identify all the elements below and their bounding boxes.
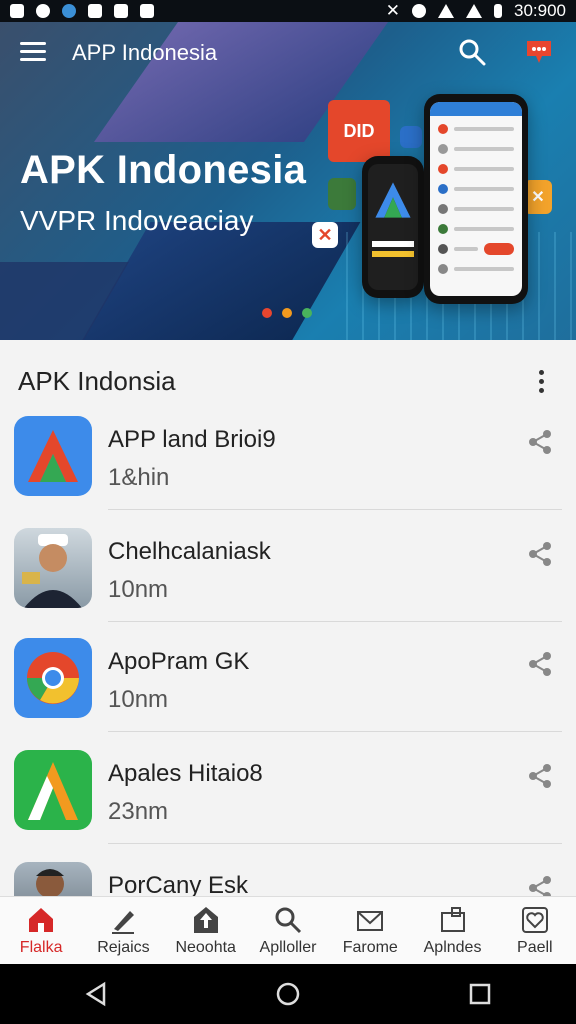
hero-subtitle: VVPR Indoveaciay <box>20 205 254 236</box>
app-list-section: APK Indonsia APP land Brioi9 1&hin Chelh… <box>0 340 576 896</box>
close-tile-icon: ✕ <box>312 222 338 248</box>
wifi-icon <box>438 4 454 18</box>
app-notification-icon <box>62 4 76 18</box>
app-name: ApoPram GK <box>108 648 250 675</box>
search-icon[interactable] <box>458 38 486 66</box>
carousel-dot[interactable] <box>262 308 272 318</box>
app-name: Apales Hitaio8 <box>108 760 263 787</box>
apps-icon <box>440 907 465 932</box>
divider <box>108 843 562 844</box>
recents-icon[interactable] <box>468 982 492 1006</box>
section-title: APK Indonsia <box>18 366 176 396</box>
hamburger-menu-icon[interactable] <box>20 42 46 62</box>
image-notification-icon <box>88 4 102 18</box>
app-bar: APP Indonesia <box>0 22 576 86</box>
status-icons-left <box>10 4 154 18</box>
android-studio-icon <box>14 416 92 496</box>
app-size: 23nm <box>108 798 169 825</box>
nav-item-mail[interactable]: Farome <box>329 897 411 965</box>
share-icon[interactable] <box>526 874 554 896</box>
list-item[interactable]: APP land Brioi9 1&hin <box>0 416 576 528</box>
list-item[interactable]: Apales Hitaio8 23nm <box>0 750 576 862</box>
signal-icon <box>466 4 482 18</box>
chrome-icon <box>14 638 92 718</box>
person-photo-icon <box>14 862 92 896</box>
nav-label: Rejaics <box>97 939 150 956</box>
divider <box>108 731 562 732</box>
notification-icon <box>10 4 24 18</box>
nav-item-home[interactable]: Flalka <box>0 897 82 965</box>
phone-mockup-front <box>424 94 528 304</box>
share-icon[interactable] <box>526 762 554 790</box>
nav-item-upload[interactable]: Neoohta <box>165 897 247 965</box>
nav-label: Aplndes <box>423 939 482 956</box>
app-size: 10nm <box>108 576 169 603</box>
letter-a-icon <box>14 750 92 830</box>
hero-banner[interactable]: APP Indonesia APK Indonesia VVPR Indovea… <box>0 22 576 340</box>
mute-icon: ✕ <box>385 1 400 20</box>
app-name: APP land Brioi9 <box>108 426 276 453</box>
nav-label: Paell <box>517 939 553 956</box>
carousel-indicator[interactable] <box>262 308 312 318</box>
upload-home-icon <box>193 907 218 933</box>
search-icon <box>275 907 302 934</box>
list-item[interactable]: ApoPram GK 10nm <box>0 638 576 750</box>
nav-label: Farome <box>342 939 398 956</box>
status-bar: ✕ 30:900 <box>0 0 576 22</box>
nav-label: Flalka <box>19 939 63 956</box>
app-tile-icon <box>400 126 422 148</box>
app-size: 10nm <box>108 686 169 713</box>
nav-item-search[interactable]: Aplloller <box>247 897 329 965</box>
pen-icon <box>112 911 135 934</box>
nav-label: Aplloller <box>259 939 317 956</box>
nav-label: Neoohta <box>175 939 236 956</box>
share-icon[interactable] <box>526 428 554 456</box>
list-item[interactable]: PorCany Esk <box>0 862 576 896</box>
edit-notification-icon <box>140 4 154 18</box>
hero-title: APK Indonesia <box>20 148 307 192</box>
share-icon[interactable] <box>526 540 554 568</box>
app-name: PorCany Esk <box>108 872 249 896</box>
bottom-navigation: Flalka Rejaics Neoohta Aplloller Farome … <box>0 896 576 965</box>
share-icon[interactable] <box>526 650 554 678</box>
home-icon <box>29 908 54 932</box>
app-notification-icon <box>36 4 50 18</box>
system-navigation-bar <box>0 964 576 1024</box>
app-tile-icon: DID <box>328 100 390 162</box>
status-icons-right: ✕ 30:900 <box>386 1 566 21</box>
app-size: 1&hin <box>108 464 170 491</box>
app-name: Chelhcalaniask <box>108 538 271 565</box>
person-photo-icon <box>14 528 92 608</box>
nav-item-apps[interactable]: Aplndes <box>411 897 493 965</box>
nav-item-pen[interactable]: Rejaics <box>82 897 164 965</box>
nav-item-heart[interactable]: Paell <box>494 897 576 965</box>
back-icon[interactable] <box>84 981 108 1007</box>
android-studio-icon <box>375 182 411 218</box>
app-title: APP Indonesia <box>72 40 218 65</box>
carousel-dot[interactable] <box>302 308 312 318</box>
status-time: 30:900 <box>514 1 566 20</box>
battery-icon <box>494 4 502 18</box>
carousel-dot[interactable] <box>282 308 292 318</box>
tile-label: DID <box>343 120 375 141</box>
app-tile-icon <box>328 178 356 210</box>
alarm-icon <box>412 4 426 18</box>
list-item[interactable]: Chelhcalaniask 10nm <box>0 528 576 640</box>
heart-icon <box>521 907 548 933</box>
divider <box>108 621 562 622</box>
divider <box>108 509 562 510</box>
wifi-notification-icon <box>114 4 128 18</box>
home-button-icon[interactable] <box>275 981 301 1007</box>
mail-icon <box>357 911 384 931</box>
more-options-icon[interactable] <box>536 370 546 394</box>
app-tile-icon: ✕ <box>524 180 552 214</box>
phone-mockup-back <box>362 156 424 298</box>
chat-bubble-icon[interactable] <box>524 38 554 66</box>
